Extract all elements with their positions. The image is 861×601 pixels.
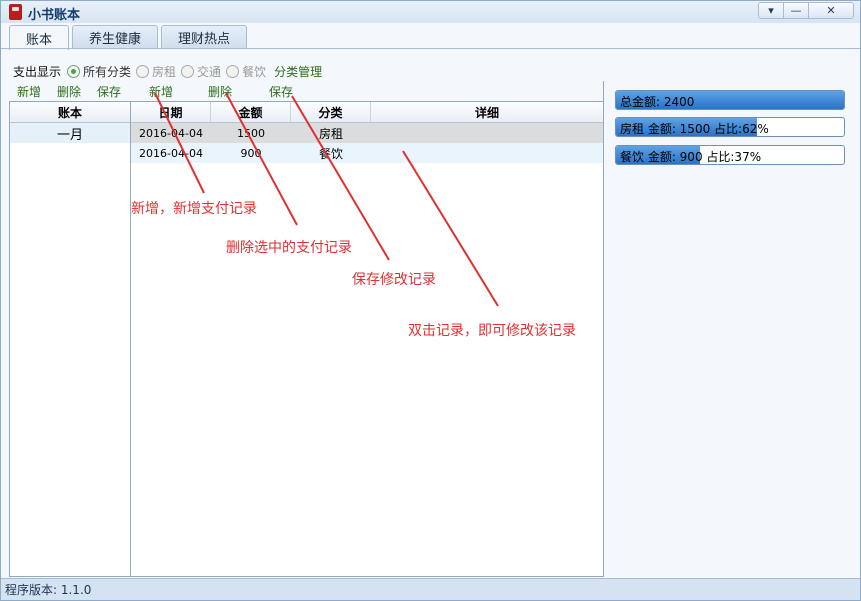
column-header-date[interactable]: 日期 xyxy=(131,102,211,122)
table-row[interactable]: 2016-04-04 900 餐饮 xyxy=(131,143,603,163)
minimize-icon: — xyxy=(790,4,802,17)
filter-radio-all[interactable]: 所有分类 xyxy=(67,63,131,80)
cell-category: 房租 xyxy=(318,126,343,141)
ledger-list: 账本 一月 xyxy=(9,101,131,577)
tab-ledger[interactable]: 账本 xyxy=(9,25,70,50)
ledger-book-icon xyxy=(9,4,22,20)
cell-category: 餐饮 xyxy=(318,146,343,161)
filter-radio-label: 房租 xyxy=(152,64,177,79)
filter-radio-rent[interactable]: 房租 xyxy=(136,63,176,80)
category-manage-link[interactable]: 分类管理 xyxy=(274,63,322,80)
radio-unselected-icon xyxy=(226,64,240,78)
summary-dining-bar: 餐饮 金额: 900 占比:37% xyxy=(615,145,845,165)
column-header-category[interactable]: 分类 xyxy=(291,102,371,122)
ledger-add-button[interactable]: 新增 xyxy=(17,83,41,100)
tab-divider xyxy=(1,48,860,49)
cell-date: 2016-04-04 xyxy=(139,126,203,140)
main-tabs: 账本 养生健康 理财热点 xyxy=(9,25,250,50)
summary-total-bar: 总金额: 2400 xyxy=(615,90,845,110)
annotation-save-note: 保存修改记录 xyxy=(352,272,436,288)
column-header-detail[interactable]: 详细 xyxy=(371,102,603,122)
window-controls: ▾ — ✕ xyxy=(758,2,854,19)
ledger-delete-button[interactable]: 删除 xyxy=(57,83,81,100)
cell-date: 2016-04-04 xyxy=(139,146,203,160)
cell-amount: 900 xyxy=(240,146,262,160)
radio-unselected-icon xyxy=(181,64,195,78)
record-save-button[interactable]: 保存 xyxy=(269,83,293,100)
filter-radio-label: 餐饮 xyxy=(242,64,267,79)
cell-detail xyxy=(371,123,603,143)
summary-total-label: 总金额: 2400 xyxy=(620,95,695,109)
filter-radio-dining[interactable]: 餐饮 xyxy=(226,63,266,80)
record-delete-button[interactable]: 删除 xyxy=(208,83,232,100)
cell-amount: 1500 xyxy=(237,126,265,140)
ledger-item-january[interactable]: 一月 xyxy=(10,123,130,143)
filter-radio-transport[interactable]: 交通 xyxy=(181,63,221,80)
chevron-down-icon: ▾ xyxy=(768,4,774,17)
minimize-button[interactable]: — xyxy=(784,3,809,18)
menu-dropdown-button[interactable]: ▾ xyxy=(759,3,784,18)
record-add-button[interactable]: 新增 xyxy=(149,83,173,100)
column-header-amount[interactable]: 金额 xyxy=(211,102,291,122)
summary-rent-label: 房租 金额: 1500 占比:62% xyxy=(620,122,769,136)
filter-title: 支出显示 xyxy=(13,64,62,79)
column-header[interactable]: 账本 xyxy=(10,102,130,122)
filter-radio-label: 所有分类 xyxy=(83,64,132,79)
summary-dining-label: 餐饮 金额: 900 占比:37% xyxy=(620,150,762,164)
ledger-save-button[interactable]: 保存 xyxy=(97,83,121,100)
ledger-list-header: 账本 xyxy=(10,102,130,123)
tab-health[interactable]: 养生健康 xyxy=(72,25,159,49)
filter-radio-label: 交通 xyxy=(197,64,222,79)
summary-rent-bar: 房租 金额: 1500 占比:62% xyxy=(615,117,845,137)
expense-filter: 支出显示 所有分类 房租 交通 餐饮 分类管理 xyxy=(13,62,322,80)
status-bar: 程序版本: 1.1.0 xyxy=(1,578,860,600)
summary-panel: 总金额: 2400 房租 金额: 1500 占比:62% 餐饮 金额: 900 … xyxy=(603,81,859,577)
radio-selected-icon xyxy=(67,64,81,78)
tab-finance-news[interactable]: 理财热点 xyxy=(161,25,248,49)
radio-unselected-icon xyxy=(136,64,150,78)
annotation-add-note: 新增，新增支付记录 xyxy=(131,201,257,217)
close-icon: ✕ xyxy=(826,4,836,17)
cell-detail xyxy=(371,143,603,163)
title-bar[interactable]: 小书账本 ▾ — ✕ xyxy=(1,1,860,23)
window-title: 小书账本 xyxy=(28,8,81,23)
close-button[interactable]: ✕ xyxy=(809,3,853,18)
annotation-edit-note: 双击记录，即可修改该记录 xyxy=(408,323,576,339)
records-header: 日期 金额 分类 详细 xyxy=(131,102,603,123)
version-text: 程序版本: 1.1.0 xyxy=(5,583,92,597)
app-window: 小书账本 ▾ — ✕ 账本 养生健康 理财热点 支出显示 所有分类 房租 交通 … xyxy=(0,0,861,601)
table-row[interactable]: 2016-04-04 1500 房租 xyxy=(131,123,603,143)
annotation-delete-note: 删除选中的支付记录 xyxy=(226,240,352,256)
